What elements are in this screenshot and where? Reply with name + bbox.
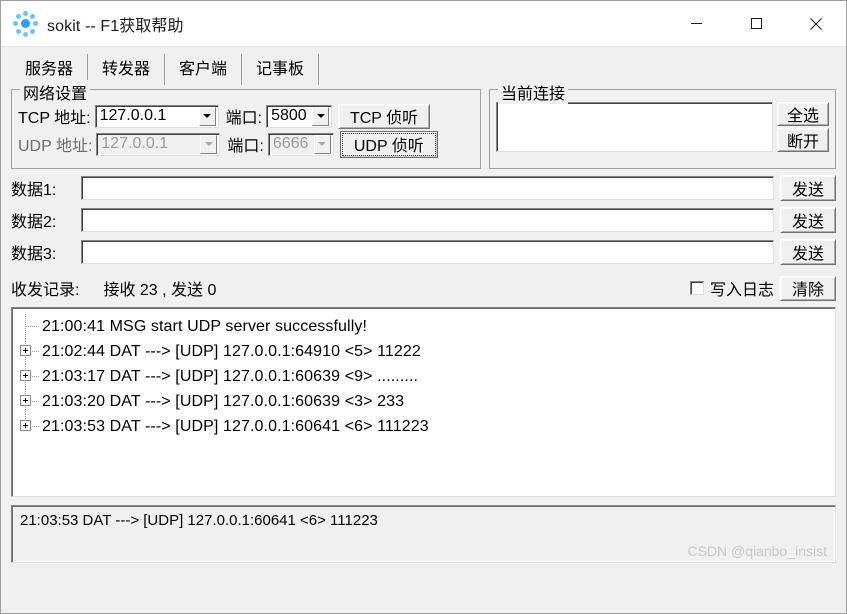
- data-1-label: 数据1:: [11, 182, 57, 199]
- tcp-port-label: 端口:: [225, 110, 263, 127]
- udp-address-value: 127.0.0.1: [101, 135, 169, 152]
- maximize-icon[interactable]: [726, 1, 786, 46]
- disconnect-label: 断开: [786, 134, 819, 151]
- data-row-1: 数据1: 发送: [11, 175, 836, 201]
- tcp-listen-button[interactable]: TCP 侦听: [338, 103, 431, 129]
- tcp-address-combobox[interactable]: 127.0.0.1: [94, 104, 219, 128]
- expand-plus-icon[interactable]: [20, 395, 31, 406]
- log-entry-text: 21:03:53 DAT ---> [UDP] 127.0.0.1:60641 …: [42, 417, 429, 435]
- data-row-3: 数据3: 发送: [11, 239, 836, 265]
- udp-listen-label: UDP 侦听: [353, 138, 424, 155]
- udp-port-combobox: 6666: [267, 132, 334, 156]
- tree-gutter: [18, 389, 42, 414]
- write-log-checkbox[interactable]: [689, 281, 704, 295]
- udp-address-combobox: 127.0.0.1: [96, 132, 221, 156]
- chevron-down-icon: [313, 134, 331, 154]
- tcp-settings-row: TCP 地址: 127.0.0.1 端口: 5800 TCP 侦听: [18, 102, 474, 130]
- log-entry-text: 21:00:41 MSG start UDP server successful…: [42, 317, 368, 335]
- tcp-address-value: 127.0.0.1: [99, 107, 167, 124]
- write-log-label: 写入日志: [709, 282, 774, 299]
- log-entry[interactable]: 21:03:20 DAT ---> [UDP] 127.0.0.1:60639 …: [12, 389, 835, 414]
- log-entry[interactable]: 21:03:17 DAT ---> [UDP] 127.0.0.1:60639 …: [12, 364, 835, 389]
- tcp-listen-label: TCP 侦听: [349, 110, 419, 127]
- log-entry-text: 21:03:20 DAT ---> [UDP] 127.0.0.1:60639 …: [42, 392, 405, 410]
- sokit-dots-icon: [12, 11, 38, 37]
- tab-forwarder-label: 转发器: [102, 61, 151, 78]
- settings-row: 网络设置 TCP 地址: 127.0.0.1 端口: 5800 TCP 侦听 U…: [11, 80, 836, 169]
- connections-buttons: 全选 断开: [777, 102, 829, 162]
- log-entry-text: 21:02:44 DAT ---> [UDP] 127.0.0.1:64910 …: [42, 342, 421, 360]
- send-1-button[interactable]: 发送: [780, 175, 836, 201]
- udp-listen-button[interactable]: UDP 侦听: [339, 130, 438, 158]
- data-3-input[interactable]: [81, 240, 774, 264]
- window-controls: [666, 1, 846, 46]
- connections-list[interactable]: [496, 102, 773, 152]
- tree-gutter: [18, 364, 42, 389]
- send-3-label: 发送: [791, 246, 824, 263]
- watermark-text: CSDN @qianbo_insist: [687, 543, 828, 559]
- status-right-group: 写入日志 清除: [689, 275, 836, 301]
- select-all-button[interactable]: 全选: [777, 102, 829, 126]
- window-title: sokit -- F1获取帮助: [47, 17, 184, 35]
- tab-client[interactable]: 客户端: [165, 54, 243, 85]
- clear-label: 清除: [791, 282, 824, 299]
- udp-settings-row: UDP 地址: 127.0.0.1 端口: 6666 UDP 侦听: [18, 130, 474, 158]
- send-3-button[interactable]: 发送: [780, 239, 836, 265]
- close-icon[interactable]: [786, 1, 846, 46]
- tcp-address-label: TCP 地址:: [18, 110, 91, 127]
- log-tree-panel[interactable]: 21:00:41 MSG start UDP server successful…: [11, 307, 836, 497]
- send-1-label: 发送: [791, 182, 824, 199]
- log-entry[interactable]: 21:03:53 DAT ---> [UDP] 127.0.0.1:60641 …: [12, 414, 835, 439]
- expand-plus-icon[interactable]: [20, 370, 31, 381]
- tab-bar: 服务器 转发器 客户端 记事板: [1, 47, 846, 85]
- network-settings-title: 网络设置: [20, 80, 91, 104]
- app-window: sokit -- F1获取帮助 服务器 转发器 客户端 记事板 网络设置 TCP…: [0, 0, 847, 614]
- status-counts: 接收 23 , 发送 0: [103, 282, 217, 299]
- chevron-down-icon[interactable]: [312, 106, 330, 126]
- expand-plus-icon[interactable]: [20, 420, 31, 431]
- tab-client-label: 客户端: [179, 61, 228, 78]
- log-entry[interactable]: 21:02:44 DAT ---> [UDP] 127.0.0.1:64910 …: [12, 339, 835, 364]
- tcp-port-value: 5800: [271, 107, 307, 124]
- status-row: 收发记录: 接收 23 , 发送 0 写入日志 清除: [11, 275, 836, 301]
- expand-plus-icon[interactable]: [20, 345, 31, 356]
- tab-forwarder[interactable]: 转发器: [88, 54, 166, 85]
- udp-port-label: 端口:: [227, 138, 264, 155]
- tab-server-label: 服务器: [25, 61, 74, 78]
- data-1-input[interactable]: [81, 176, 774, 200]
- data-2-label: 数据2:: [11, 214, 57, 231]
- udp-port-value: 6666: [272, 135, 309, 152]
- client-area: 网络设置 TCP 地址: 127.0.0.1 端口: 5800 TCP 侦听 U…: [1, 80, 846, 613]
- select-all-label: 全选: [786, 108, 819, 125]
- network-settings-group: 网络设置 TCP 地址: 127.0.0.1 端口: 5800 TCP 侦听 U…: [11, 80, 481, 169]
- status-label: 收发记录:: [11, 282, 80, 299]
- chevron-down-icon: [200, 134, 218, 154]
- detail-panel[interactable]: 21:03:53 DAT ---> [UDP] 127.0.0.1:60641 …: [11, 505, 836, 563]
- minimize-icon[interactable]: [666, 1, 726, 46]
- clear-button[interactable]: 清除: [780, 275, 836, 301]
- tree-gutter: [18, 314, 42, 339]
- log-entry-text: 21:03:17 DAT ---> [UDP] 127.0.0.1:60639 …: [42, 367, 419, 385]
- data-2-input[interactable]: [81, 208, 774, 232]
- tab-notepad[interactable]: 记事板: [242, 54, 320, 85]
- tab-notepad-label: 记事板: [256, 61, 305, 78]
- data-row-2: 数据2: 发送: [11, 207, 836, 233]
- udp-address-label: UDP 地址:: [18, 138, 93, 155]
- title-bar: sokit -- F1获取帮助: [1, 1, 846, 47]
- log-entry[interactable]: 21:00:41 MSG start UDP server successful…: [12, 314, 835, 339]
- tcp-port-combobox[interactable]: 5800: [266, 104, 333, 128]
- current-connections-title: 当前连接: [498, 80, 569, 104]
- connections-inner: 全选 断开: [496, 102, 829, 162]
- chevron-down-icon[interactable]: [198, 106, 216, 126]
- send-2-button[interactable]: 发送: [780, 207, 836, 233]
- send-2-label: 发送: [791, 214, 824, 231]
- tree-gutter: [18, 414, 42, 439]
- disconnect-button[interactable]: 断开: [777, 128, 829, 152]
- tree-gutter: [18, 339, 42, 364]
- data-3-label: 数据3:: [11, 246, 57, 263]
- detail-text: 21:03:53 DAT ---> [UDP] 127.0.0.1:60641 …: [20, 512, 378, 529]
- current-connections-group: 当前连接 全选 断开: [489, 80, 836, 169]
